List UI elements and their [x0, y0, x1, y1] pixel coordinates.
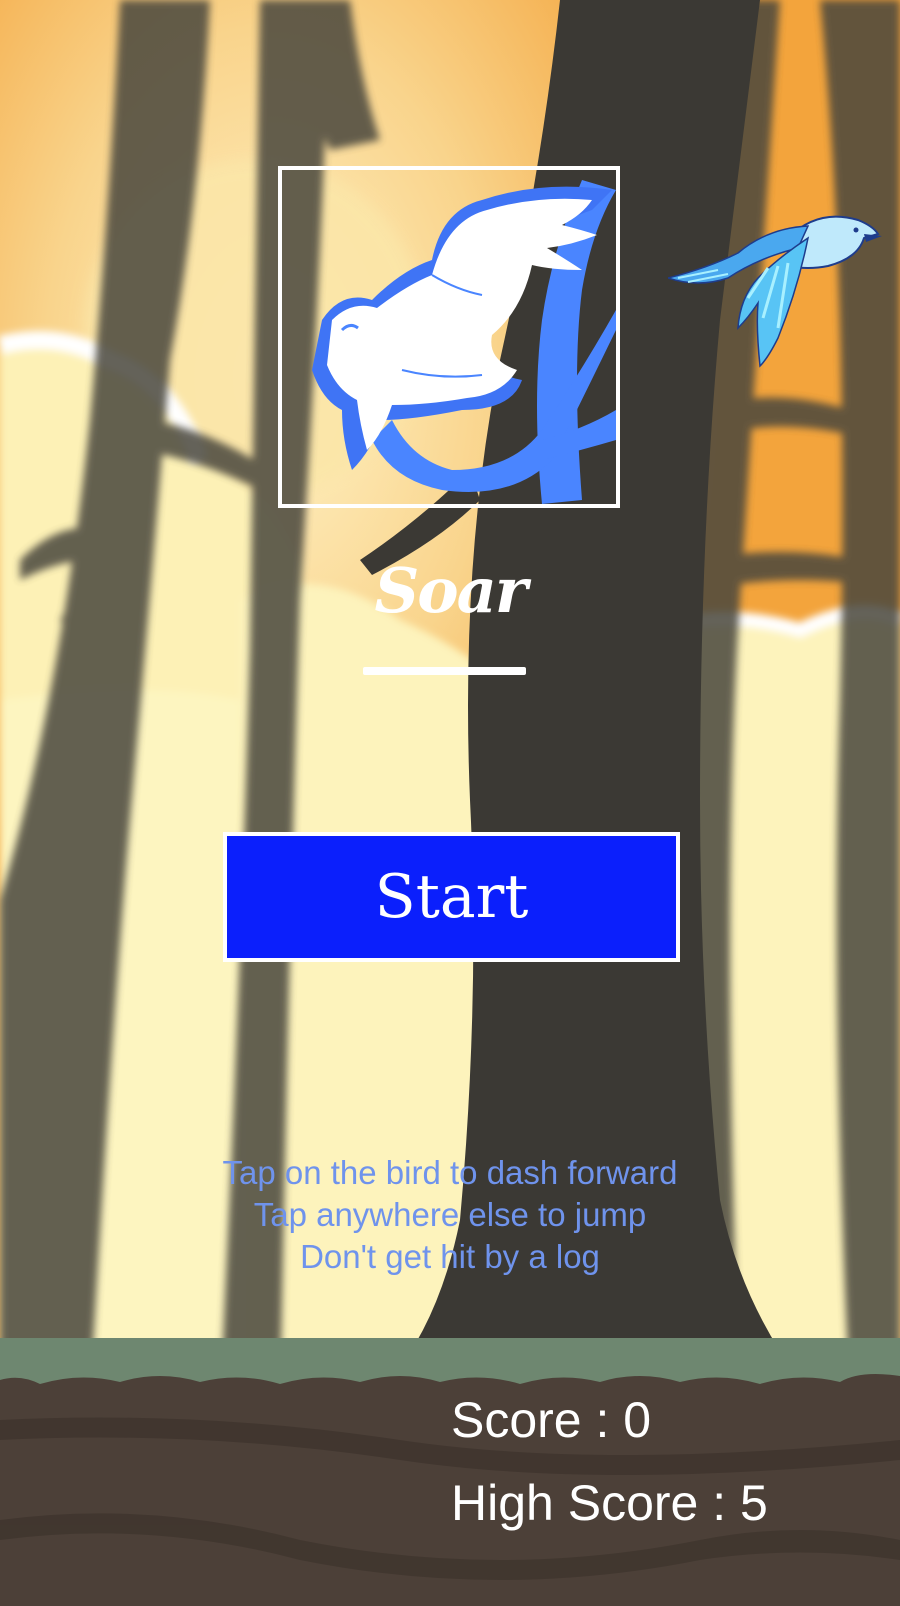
- instruction-avoid: Don't get hit by a log: [300, 1238, 600, 1275]
- title-underline: [363, 667, 526, 675]
- instruction-dash: Tap on the bird to dash forward: [222, 1154, 678, 1191]
- instruction-jump: Tap anywhere else to jump: [253, 1196, 647, 1233]
- game-title: Soar: [374, 554, 528, 627]
- blue-bird-icon[interactable]: [668, 208, 884, 368]
- start-button[interactable]: Start: [223, 832, 680, 962]
- white-eagle-icon: [312, 180, 616, 504]
- high-score-label: High Score : 5: [451, 1475, 768, 1531]
- instructions: Tap on the bird to dash forward Tap anyw…: [150, 1152, 750, 1278]
- logo-box: [278, 166, 620, 508]
- game-scene[interactable]: Soar Start Tap on the bird to dash forwa…: [0, 0, 900, 1606]
- score-label: Score : 0: [451, 1392, 652, 1448]
